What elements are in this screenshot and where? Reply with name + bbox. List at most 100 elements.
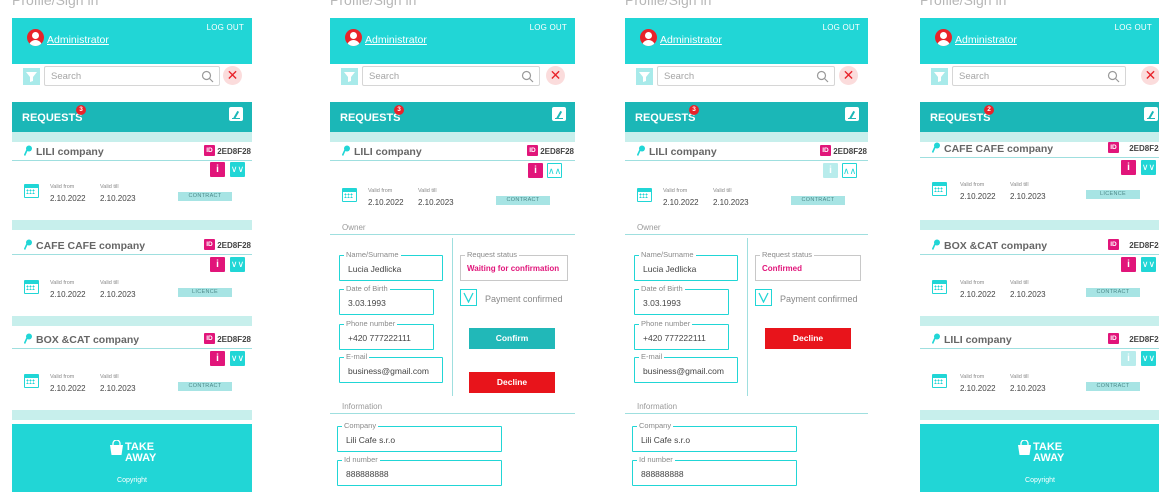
request-card-header[interactable]: LILI company ID 2ED8F28: [625, 142, 868, 161]
filter-button[interactable]: [931, 68, 948, 85]
clear-search-button[interactable]: ✕: [839, 66, 858, 85]
user-name-link[interactable]: Administrator: [365, 34, 427, 46]
pin-icon: [932, 142, 940, 153]
dob-field[interactable]: Date of Birth 3.03.1993: [339, 284, 434, 315]
info-button[interactable]: i: [1121, 160, 1136, 175]
expand-button[interactable]: ∨∨: [230, 351, 245, 366]
valid-from-value: 2.10.2022: [960, 192, 996, 201]
filter-button[interactable]: [636, 68, 653, 85]
info-button[interactable]: i: [1121, 351, 1136, 366]
decline-button[interactable]: Decline: [765, 328, 851, 349]
company-name: LILI company: [649, 146, 717, 158]
clear-search-button[interactable]: ✕: [1141, 66, 1159, 85]
screen-request-detail-confirmed: LOG OUT Administrator Search ✕ REQUESTS …: [625, 18, 868, 492]
logout-link[interactable]: LOG OUT: [823, 23, 860, 32]
company-field[interactable]: Company Lili Cafe s.r.o: [337, 421, 502, 452]
payment-checkbox[interactable]: [755, 289, 772, 306]
info-button[interactable]: i: [210, 257, 225, 272]
search-input[interactable]: Search: [44, 66, 220, 86]
requests-count-badge: 2: [984, 105, 994, 115]
expand-button[interactable]: ∨∨: [1141, 160, 1156, 175]
payment-checkbox[interactable]: [460, 289, 477, 306]
expand-button[interactable]: ∨∨: [1141, 257, 1156, 272]
column-divider: [452, 238, 453, 396]
logout-link[interactable]: LOG OUT: [1115, 23, 1152, 32]
expand-button[interactable]: ∨∨: [1141, 351, 1156, 366]
email-field[interactable]: E-mail business@gmail.com: [339, 352, 443, 383]
company-field[interactable]: Company Lili Cafe s.r.o: [632, 421, 797, 452]
search-placeholder: Search: [664, 71, 695, 82]
request-card-header[interactable]: LILI company ID 2ED8F28: [330, 142, 575, 161]
frame-title: Profile/Sign in: [330, 0, 417, 8]
dob-field[interactable]: Date of Birth 3.03.1993: [634, 284, 729, 315]
edit-icon[interactable]: [229, 107, 243, 121]
email-field[interactable]: E-mail business@gmail.com: [634, 352, 738, 383]
info-button[interactable]: i: [1121, 257, 1136, 272]
info-button[interactable]: i: [210, 162, 225, 177]
user-name-link[interactable]: Administrator: [660, 34, 722, 46]
id-number-field[interactable]: Id number 888888888: [632, 455, 797, 486]
expand-button[interactable]: ∨∨: [230, 162, 245, 177]
name-field[interactable]: Name/Surname Lucia Jedlicka: [339, 250, 443, 281]
edit-icon[interactable]: [552, 107, 566, 121]
app-footer: TAKE AWAY Copyright: [12, 424, 252, 492]
owner-section-label: Owner: [625, 219, 868, 235]
request-card-header[interactable]: LILI company ID 2ED8F28: [12, 142, 252, 161]
search-input[interactable]: Search: [952, 66, 1126, 86]
phone-field[interactable]: Phone number +420 777222111: [339, 319, 434, 350]
info-button[interactable]: i: [823, 163, 838, 178]
request-card-header[interactable]: LILI company ID 2ED8F28: [920, 330, 1159, 349]
request-id: 2ED8F28: [217, 241, 251, 250]
request-card-header[interactable]: BOX &CAT company ID 2ED8F28: [12, 330, 252, 349]
info-button[interactable]: i: [528, 163, 543, 178]
valid-till-value: 2.10.2023: [713, 198, 749, 207]
request-card-header[interactable]: CAFE CAFE company ID 2ED8F28: [12, 236, 252, 255]
valid-till-value: 2.10.2023: [1010, 384, 1046, 393]
request-id: 2ED8F28: [217, 335, 251, 344]
information-section-label: Information: [330, 398, 575, 414]
pin-icon: [24, 239, 32, 250]
logout-link[interactable]: LOG OUT: [530, 23, 567, 32]
payment-confirmed-label: Payment confirmed: [780, 294, 858, 304]
search-input[interactable]: Search: [657, 66, 835, 86]
requests-title: REQUESTS: [635, 112, 696, 124]
filter-icon: [26, 72, 37, 82]
id-number-field[interactable]: Id number 888888888: [337, 455, 502, 486]
logout-link[interactable]: LOG OUT: [207, 23, 244, 32]
request-status-value: Waiting for confirmation: [467, 264, 560, 273]
request-card-header[interactable]: BOX &CAT company ID 2ED8F28: [920, 236, 1159, 255]
filter-icon: [344, 72, 355, 82]
confirm-button[interactable]: Confirm: [469, 328, 555, 349]
filter-button[interactable]: [341, 68, 358, 85]
valid-from-label: Valid from: [50, 184, 75, 190]
user-name-link[interactable]: Administrator: [955, 34, 1017, 46]
clear-search-button[interactable]: ✕: [223, 66, 242, 85]
type-pill: CONTRACT: [496, 196, 550, 205]
edit-icon[interactable]: [1144, 107, 1158, 121]
user-name-link[interactable]: Administrator: [47, 34, 109, 46]
collapse-button[interactable]: ∧∧: [547, 163, 562, 178]
clear-search-button[interactable]: ✕: [546, 66, 565, 85]
request-card-header[interactable]: CAFE CAFE company ID 2ED8F28: [920, 139, 1159, 158]
type-pill: LICENCE: [1086, 190, 1140, 199]
request-id: 2ED8F28: [833, 147, 867, 156]
requests-bar: REQUESTS 3: [625, 102, 868, 132]
name-field[interactable]: Name/Surname Lucia Jedlicka: [634, 250, 738, 281]
request-id: 2ED8F28: [1129, 241, 1159, 250]
collapse-button[interactable]: ∧∧: [842, 163, 857, 178]
valid-from-value: 2.10.2022: [50, 194, 86, 203]
requests-bar: REQUESTS 3: [330, 102, 575, 132]
expand-button[interactable]: ∨∨: [230, 257, 245, 272]
divider-strip: [12, 410, 252, 420]
valid-from-value: 2.10.2022: [663, 198, 699, 207]
info-button[interactable]: i: [210, 351, 225, 366]
search-input[interactable]: Search: [362, 66, 540, 86]
company-name: CAFE CAFE company: [944, 143, 1054, 155]
edit-icon[interactable]: [845, 107, 859, 121]
checkmark-icon: [463, 292, 474, 303]
calendar-icon: [932, 374, 947, 388]
phone-field[interactable]: Phone number +420 777222111: [634, 319, 729, 350]
decline-button[interactable]: Decline: [469, 372, 555, 393]
pin-icon: [932, 333, 940, 344]
filter-button[interactable]: [23, 68, 40, 85]
